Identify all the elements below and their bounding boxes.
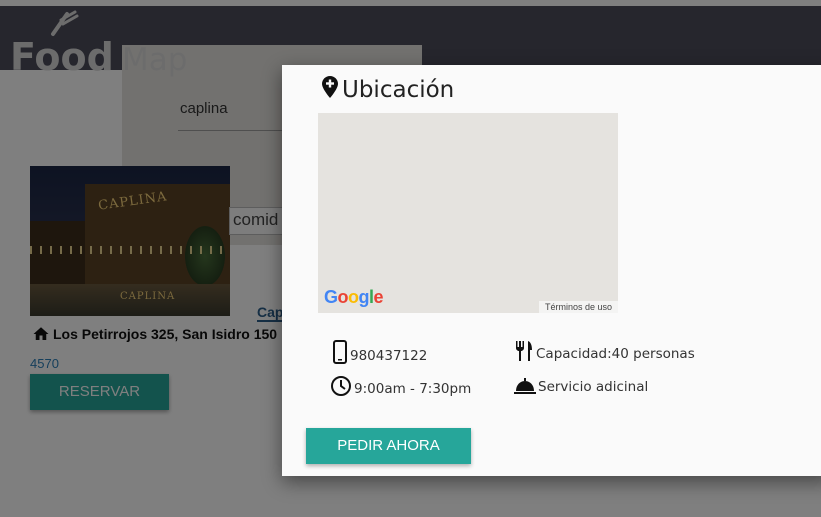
modal-title-text: Ubicación	[342, 77, 455, 103]
phone-info: 980437122	[332, 340, 427, 364]
clock-icon	[331, 376, 351, 396]
service-bell-icon	[514, 378, 536, 394]
google-logo-letter: o	[337, 287, 349, 307]
order-now-button[interactable]: PEDIR AHORA	[306, 428, 471, 464]
google-logo-letter: g	[358, 287, 370, 307]
map-pin-icon	[322, 76, 338, 98]
location-modal: Ubicación Google Términos de uso 9804371…	[282, 65, 821, 476]
page: Food Map caplina CAPLINA CAPLINA comid C…	[0, 0, 821, 517]
google-logo: Google	[324, 287, 384, 308]
google-logo-letter: G	[324, 287, 338, 307]
google-logo-letter: o	[348, 287, 359, 307]
hours-info: 9:00am - 7:30pm	[330, 375, 471, 397]
service-info: Servicio adicinal	[514, 377, 648, 395]
capacity-text: Capacidad:40 personas	[536, 346, 695, 362]
phone-text: 980437122	[350, 348, 428, 364]
map-view[interactable]: Google Términos de uso	[318, 113, 618, 313]
service-text: Servicio adicinal	[538, 379, 649, 395]
utensils-icon	[516, 341, 532, 361]
map-terms-link[interactable]: Términos de uso	[538, 301, 618, 313]
modal-title: Ubicación	[322, 76, 455, 103]
hours-text: 9:00am - 7:30pm	[354, 381, 472, 397]
phone-icon	[333, 340, 347, 364]
google-logo-letter: e	[373, 287, 384, 307]
capacity-info: Capacidad:40 personas	[514, 340, 695, 362]
